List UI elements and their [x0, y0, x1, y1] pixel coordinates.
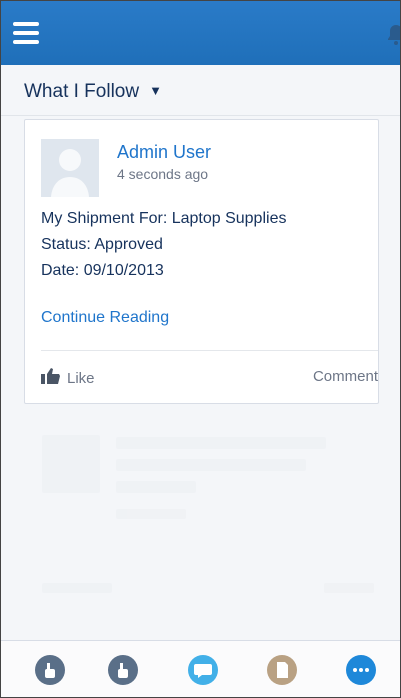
continue-reading-link[interactable]: Continue Reading	[41, 309, 169, 327]
post-line-date: Date: 09/10/2013	[41, 262, 164, 279]
faded-next-post	[24, 413, 377, 623]
bell-icon[interactable]	[384, 23, 400, 47]
post-author-link[interactable]: Admin User	[117, 142, 211, 163]
chat-icon[interactable]	[188, 655, 218, 685]
divider	[41, 350, 378, 351]
post-line-shipment: My Shipment For: Laptop Supplies	[41, 210, 287, 227]
feed-filter-dropdown[interactable]: What I Follow ▼	[24, 81, 162, 103]
feed-header: What I Follow ▼	[1, 65, 400, 116]
like-button[interactable]: Like	[41, 368, 95, 388]
comment-button[interactable]: Comment	[313, 368, 378, 385]
post-timestamp: 4 seconds ago	[117, 166, 209, 182]
faded-line	[116, 437, 326, 449]
faded-line	[116, 509, 186, 519]
chevron-down-icon: ▼	[149, 83, 162, 98]
feed-title: What I Follow	[24, 81, 140, 102]
faded-avatar	[42, 435, 100, 493]
avatar[interactable]	[41, 139, 99, 197]
feed-post-card: Admin User 4 seconds ago My Shipment For…	[24, 119, 379, 404]
app-frame: What I Follow ▼ Admin User 4 seconds ago …	[0, 0, 401, 698]
app-icon[interactable]	[108, 655, 138, 685]
post-body: My Shipment For: Laptop Supplies Status:…	[41, 206, 286, 284]
app-icon[interactable]	[35, 655, 65, 685]
faded-line	[42, 583, 112, 593]
hamburger-icon[interactable]	[13, 22, 39, 44]
faded-line	[324, 583, 374, 593]
thumbs-up-icon	[41, 368, 61, 388]
faded-line	[116, 481, 196, 493]
bottom-nav	[1, 640, 400, 697]
faded-line	[116, 459, 306, 471]
more-icon[interactable]	[346, 655, 376, 685]
document-icon[interactable]	[267, 655, 297, 685]
like-label: Like	[67, 369, 95, 387]
top-bar	[1, 1, 400, 65]
post-line-status: Status: Approved	[41, 236, 163, 253]
